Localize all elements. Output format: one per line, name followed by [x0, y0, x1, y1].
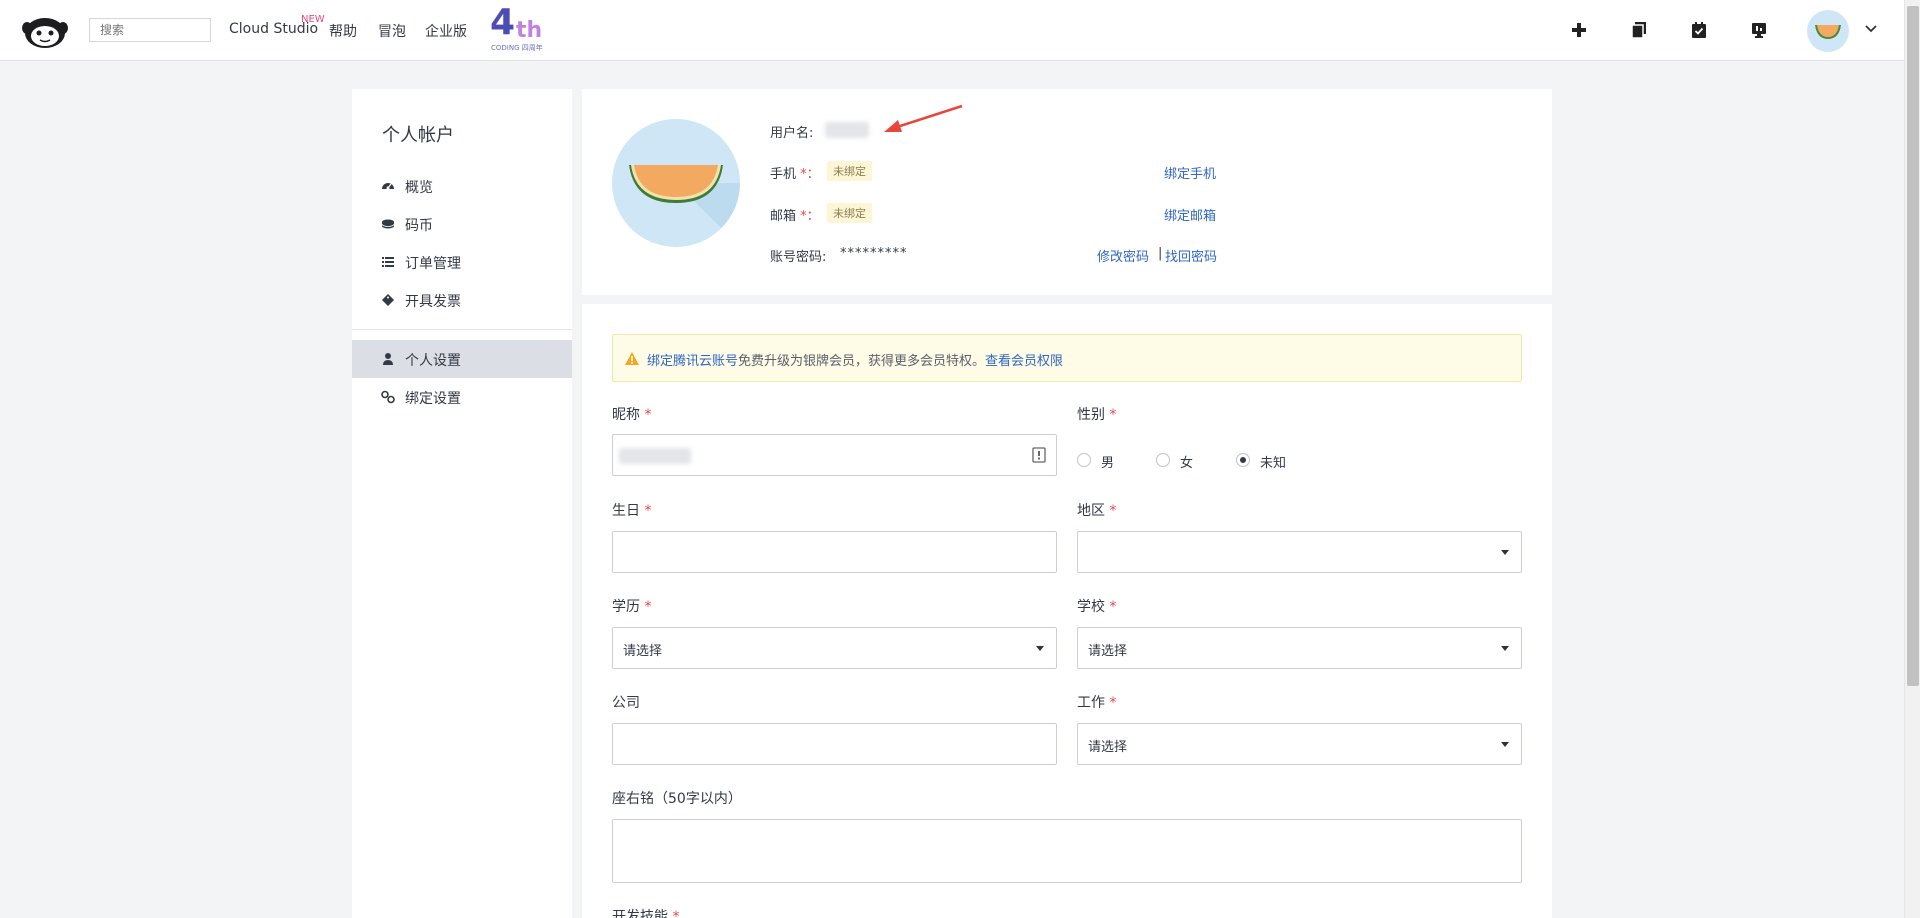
sidebar-item-orders[interactable]: 订单管理: [352, 243, 572, 281]
page-scrollbar[interactable]: [1904, 0, 1920, 918]
id-card-icon: [1032, 447, 1046, 463]
school-label: 学校 *: [1077, 599, 1117, 615]
company-input[interactable]: [612, 723, 1057, 765]
radio-circle-checked[interactable]: [1236, 453, 1250, 467]
chevron-down-icon[interactable]: [1864, 24, 1878, 34]
sidebar-item-coins[interactable]: 码币: [352, 205, 572, 243]
anniversary-logo[interactable]: 4 th CODING 四周年: [490, 2, 550, 53]
phone-status-badge: 未绑定: [827, 161, 872, 181]
username-label: 用户名:: [770, 126, 814, 141]
red-arrow-annotation: [884, 104, 963, 132]
caret-down-icon: [1501, 646, 1509, 651]
bind-tencent-cloud-link[interactable]: 绑定腾讯云账号: [647, 354, 738, 369]
user-icon: [383, 353, 393, 365]
company-label: 公司: [612, 695, 640, 711]
sidebar: 个人帐户 概览 码币 订单管理 开具发票 个人设置 绑定设置: [352, 89, 572, 918]
notice-text: 绑定腾讯云账号免费升级为银牌会员，获得更多会员特权。查看会员权限: [647, 354, 1064, 369]
search-input[interactable]: [89, 18, 211, 42]
link-separator: |: [1158, 246, 1163, 261]
nav-help[interactable]: 帮助: [329, 21, 357, 41]
sidebar-divider: [352, 329, 572, 330]
motto-textarea[interactable]: [612, 819, 1522, 883]
nickname-label: 昵称 *: [612, 407, 652, 423]
list-icon: [382, 257, 394, 267]
job-label: 工作 *: [1077, 695, 1117, 711]
coins-icon: [381, 219, 395, 229]
coding-logo-icon[interactable]: [22, 12, 68, 50]
sidebar-item-binding-settings[interactable]: 绑定设置: [352, 378, 572, 416]
education-select[interactable]: 请选择: [612, 627, 1057, 669]
nav-enterprise[interactable]: 企业版: [425, 21, 467, 41]
sidebar-item-invoice[interactable]: 开具发票: [352, 281, 572, 319]
school-select[interactable]: 请选择: [1077, 627, 1522, 669]
gender-label: 性别 *: [1077, 407, 1117, 423]
radio-circle[interactable]: [1156, 453, 1170, 467]
sidebar-item-label: 订单管理: [405, 256, 461, 272]
avatar[interactable]: [1807, 10, 1849, 52]
username-value-redacted: [825, 122, 869, 138]
job-select[interactable]: 请选择: [1077, 723, 1522, 765]
sidebar-item-personal-settings[interactable]: 个人设置: [352, 340, 572, 378]
radio-circle[interactable]: [1077, 453, 1091, 467]
sidebar-item-label: 开具发票: [405, 294, 461, 310]
new-badge: NEW: [301, 14, 325, 25]
calendar-check-icon[interactable]: [1689, 20, 1709, 40]
phone-label: 手机 *：: [770, 167, 820, 182]
nickname-value-redacted: [619, 448, 691, 464]
nav-bubble[interactable]: 冒泡: [378, 21, 406, 41]
radio-label: 未知: [1260, 456, 1287, 471]
profile-card: 用户名: 手机 *： 未绑定 邮箱 *： 未绑定 账号密码: *********: [582, 89, 1552, 295]
warning-icon: [625, 352, 639, 365]
anniversary-subtitle: CODING 四周年: [491, 44, 543, 52]
view-member-privileges-link[interactable]: 查看会员权限: [985, 354, 1063, 369]
motto-label: 座右铭（50字以内）: [612, 791, 742, 807]
caret-down-icon: [1501, 550, 1509, 555]
caret-down-icon: [1036, 646, 1044, 651]
radio-label: 男: [1101, 456, 1115, 471]
password-label: 账号密码:: [770, 250, 827, 265]
birthday-label: 生日 *: [612, 503, 652, 519]
top-navbar: Cloud Studio NEW 帮助 冒泡 企业版 4 th CODING 四…: [0, 0, 1904, 61]
school-value: 请选择: [1088, 644, 1128, 659]
scrollbar-thumb[interactable]: [1907, 6, 1919, 686]
dashboard-icon: [382, 183, 394, 190]
settings-form-card: 绑定腾讯云账号免费升级为银牌会员，获得更多会员特权。查看会员权限 昵称 * 性别…: [582, 304, 1552, 918]
membership-notice: 绑定腾讯云账号免费升级为银牌会员，获得更多会员特权。查看会员权限: [612, 334, 1522, 382]
recover-password-link[interactable]: 找回密码: [1165, 246, 1217, 265]
region-label: 地区 *: [1077, 503, 1117, 519]
monitor-icon[interactable]: [1749, 20, 1769, 40]
email-label: 邮箱 *：: [770, 209, 820, 224]
email-status-badge: 未绑定: [827, 203, 872, 223]
sidebar-item-label: 个人设置: [405, 353, 461, 369]
sidebar-item-label: 码币: [405, 218, 433, 234]
password-mask: *********: [840, 246, 908, 261]
job-value: 请选择: [1088, 740, 1128, 755]
ticket-icon: [382, 294, 394, 306]
link-icon: [381, 390, 395, 404]
sidebar-item-overview[interactable]: 概览: [352, 167, 572, 205]
education-label: 学历 *: [612, 599, 652, 615]
change-password-link[interactable]: 修改密码: [1097, 246, 1149, 265]
sidebar-item-label: 绑定设置: [405, 391, 461, 407]
bind-phone-link[interactable]: 绑定手机: [1164, 163, 1216, 182]
education-value: 请选择: [623, 644, 663, 659]
anniversary-number: 4: [490, 2, 516, 43]
region-select[interactable]: [1077, 531, 1522, 573]
sidebar-item-label: 概览: [405, 180, 433, 196]
bind-email-link[interactable]: 绑定邮箱: [1164, 205, 1216, 224]
sidebar-title: 个人帐户: [382, 125, 454, 146]
radio-label: 女: [1180, 456, 1194, 471]
skills-label: 开发技能 *: [612, 909, 680, 918]
caret-down-icon: [1501, 742, 1509, 747]
plus-icon[interactable]: [1569, 20, 1589, 40]
profile-avatar[interactable]: [612, 119, 740, 247]
birthday-input[interactable]: [612, 531, 1057, 573]
copy-icon[interactable]: [1629, 20, 1649, 40]
anniversary-suffix: th: [516, 18, 543, 43]
nickname-input[interactable]: [612, 434, 1057, 476]
